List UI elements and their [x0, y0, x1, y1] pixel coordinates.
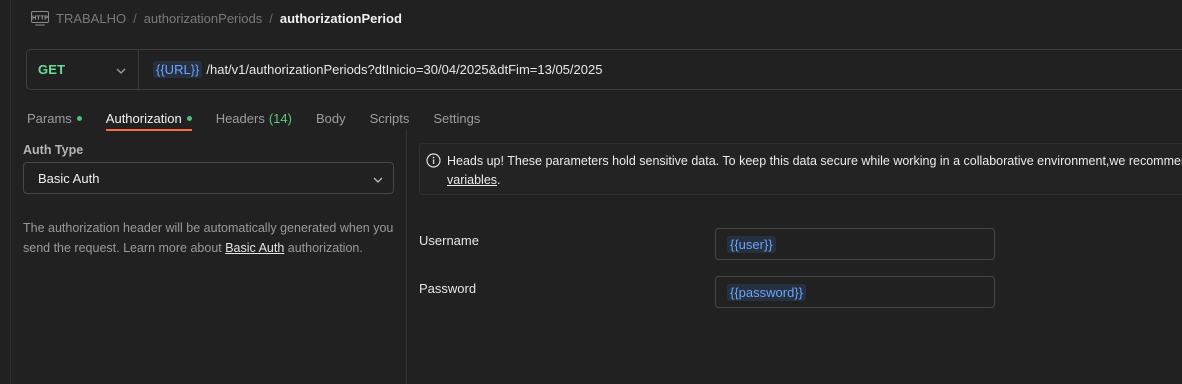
password-field[interactable]: {{password}}: [715, 276, 995, 308]
url-bar: GET {{URL}} /hat/v1/authorizationPeriods…: [26, 49, 1182, 90]
request-name[interactable]: authorizationPeriod: [280, 11, 402, 26]
breadcrumb-separator: /: [269, 10, 273, 26]
svg-text:HTTP: HTTP: [32, 15, 48, 21]
username-value: {{user}}: [727, 235, 776, 253]
auth-type-label: Auth Type: [23, 143, 84, 157]
tab-scripts[interactable]: Scripts: [370, 106, 410, 130]
chevron-down-icon: [373, 171, 383, 186]
tab-label: Params: [27, 110, 72, 126]
tab-authorization[interactable]: Authorization: [105, 106, 192, 131]
banner-period: .: [497, 173, 501, 187]
banner-text: Heads up! These parameters hold sensitiv…: [447, 152, 1182, 190]
tab-headers[interactable]: Headers (14): [216, 106, 292, 130]
sensitive-data-banner: Heads up! These parameters hold sensitiv…: [419, 143, 1182, 195]
method-label: GET: [38, 62, 66, 77]
auth-description: The authorization header will be automat…: [23, 218, 395, 258]
left-rail-divider: [10, 0, 11, 384]
password-label: Password: [419, 281, 477, 296]
tab-label: Body: [315, 110, 346, 126]
breadcrumb-separator: /: [133, 10, 137, 26]
headers-count: (14): [268, 110, 292, 126]
auth-type-value: Basic Auth: [38, 170, 100, 186]
url-path: /hat/v1/authorizationPeriods?dtInicio=30…: [206, 62, 603, 77]
request-tabs: Params Authorization Headers (14) Body Sc…: [27, 106, 504, 131]
url-input[interactable]: {{URL}} /hat/v1/authorizationPeriods?dtI…: [153, 61, 602, 78]
tab-label: Scripts: [369, 110, 410, 126]
http-icon: HTTP: [31, 10, 49, 26]
tab-label: Authorization: [105, 110, 182, 126]
info-icon: [426, 153, 441, 171]
auth-type-select[interactable]: Basic Auth: [23, 162, 394, 194]
chevron-down-icon: [116, 62, 126, 77]
url-variable: {{URL}}: [153, 61, 203, 78]
active-dot-icon: [76, 115, 82, 121]
tab-label: Settings: [433, 110, 481, 126]
pane-divider[interactable]: [406, 129, 407, 384]
breadcrumb-collection[interactable]: authorizationPeriods: [144, 11, 263, 26]
tab-body[interactable]: Body: [316, 106, 346, 130]
breadcrumb-workspace[interactable]: TRABALHO: [56, 11, 126, 26]
banner-message: Heads up! These parameters hold sensitiv…: [447, 154, 1182, 168]
method-select[interactable]: GET: [27, 50, 139, 89]
username-field[interactable]: {{user}}: [715, 228, 995, 260]
tab-params[interactable]: Params: [27, 106, 82, 130]
basic-auth-link[interactable]: Basic Auth: [225, 241, 284, 255]
variables-link[interactable]: variables: [447, 173, 497, 187]
tab-settings[interactable]: Settings: [433, 106, 480, 130]
username-label: Username: [419, 233, 479, 248]
tab-label: Headers: [215, 110, 265, 126]
auth-description-tail: authorization.: [284, 241, 363, 255]
password-value: {{password}}: [727, 283, 807, 301]
active-dot-icon: [186, 115, 192, 121]
breadcrumb: HTTP TRABALHO / authorizationPeriods / a…: [31, 9, 402, 27]
